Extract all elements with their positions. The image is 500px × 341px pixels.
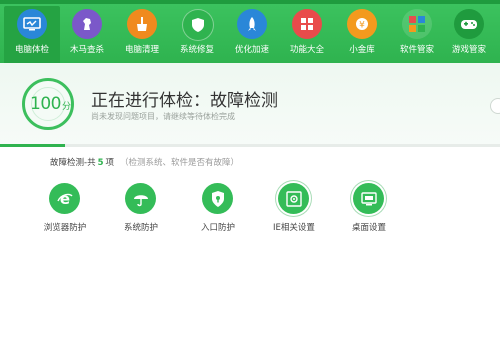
tab-label: 功能大全 — [289, 45, 324, 55]
progress-fill — [0, 144, 65, 147]
check-item-system-protection[interactable]: 系统防护 — [109, 183, 173, 233]
desktop-icon — [353, 183, 384, 214]
tab-pc-checkup[interactable]: 电脑体检 — [4, 6, 60, 63]
check-item-browser-protection[interactable]: e 浏览器防护 — [33, 183, 97, 233]
tab-game-manager[interactable]: 游戏管家 — [441, 6, 497, 63]
shield-icon — [182, 9, 214, 41]
tab-optimize[interactable]: 优化加速 — [224, 6, 280, 63]
check-item-label: 系统防护 — [123, 223, 158, 233]
section-unit: 项 — [105, 158, 115, 168]
side-expand-button[interactable] — [490, 98, 500, 114]
tab-system-repair[interactable]: 系统修复 — [169, 6, 225, 63]
checkup-subtitle: 尚未发现问题项目，请继续等待体检完成 — [91, 112, 235, 121]
check-item-desktop-settings[interactable]: 桌面设置 — [337, 183, 401, 233]
tab-label: 电脑体检 — [14, 45, 49, 55]
umbrella-icon — [125, 183, 156, 214]
tab-label: 系统修复 — [179, 45, 214, 55]
progress-bar — [0, 144, 500, 147]
tab-label: 软件管家 — [399, 45, 434, 55]
check-item-ie-settings[interactable]: IE相关设置 — [262, 183, 326, 233]
check-item-label: 桌面设置 — [351, 223, 386, 233]
title-strip — [0, 0, 500, 4]
tab-vault[interactable]: ¥ 小金库 — [334, 6, 390, 63]
rocket-icon — [237, 9, 267, 39]
coin-icon: ¥ — [347, 9, 377, 39]
shield-lock-icon — [202, 183, 233, 214]
tab-all-features[interactable]: 功能大全 — [279, 6, 335, 63]
section-title: 故障检测-共 — [50, 158, 96, 168]
check-item-label: 浏览器防护 — [43, 223, 87, 233]
section-header: 故障检测-共 5 项 （检测系统、软件是否有故障） — [50, 156, 239, 168]
tab-label: 木马查杀 — [69, 45, 104, 55]
tab-software-manager[interactable]: 软件管家 — [389, 6, 445, 63]
monitor-check-icon — [17, 9, 47, 39]
score-display: 100分 — [30, 94, 71, 114]
tab-label: 优化加速 — [234, 45, 269, 55]
check-item-label: 入口防护 — [200, 223, 235, 233]
section-note: （检测系统、软件是否有故障） — [120, 158, 240, 168]
tab-label: 电脑清理 — [124, 45, 159, 55]
browser-e-icon: e — [49, 183, 80, 214]
ie-settings-icon — [278, 183, 309, 214]
broom-icon — [127, 9, 157, 39]
item-count: 5 — [97, 158, 104, 168]
horse-icon — [72, 9, 102, 39]
score-unit: 分 — [61, 102, 71, 112]
tab-trojan-scan[interactable]: 木马查杀 — [59, 6, 115, 63]
check-item-label: IE相关设置 — [273, 223, 315, 233]
gamepad-icon — [454, 9, 484, 39]
tab-pc-cleanup[interactable]: 电脑清理 — [114, 6, 170, 63]
checkup-title: 正在进行体检：故障检测 — [91, 91, 278, 111]
tab-label: 小金库 — [349, 45, 375, 55]
svg-text:e: e — [59, 190, 69, 208]
svg-text:¥: ¥ — [359, 21, 365, 31]
check-item-entry-protection[interactable]: 入口防护 — [186, 183, 250, 233]
grid-icon — [292, 9, 322, 39]
score-value: 100 — [30, 94, 61, 114]
top-nav-bar: 电脑体检 木马查杀 电脑清理 系统修复 优化加速 功能大全 ¥ 小金库 软件管家… — [0, 0, 500, 63]
tab-label: 游戏管家 — [451, 45, 486, 55]
apps-icon — [402, 9, 432, 39]
